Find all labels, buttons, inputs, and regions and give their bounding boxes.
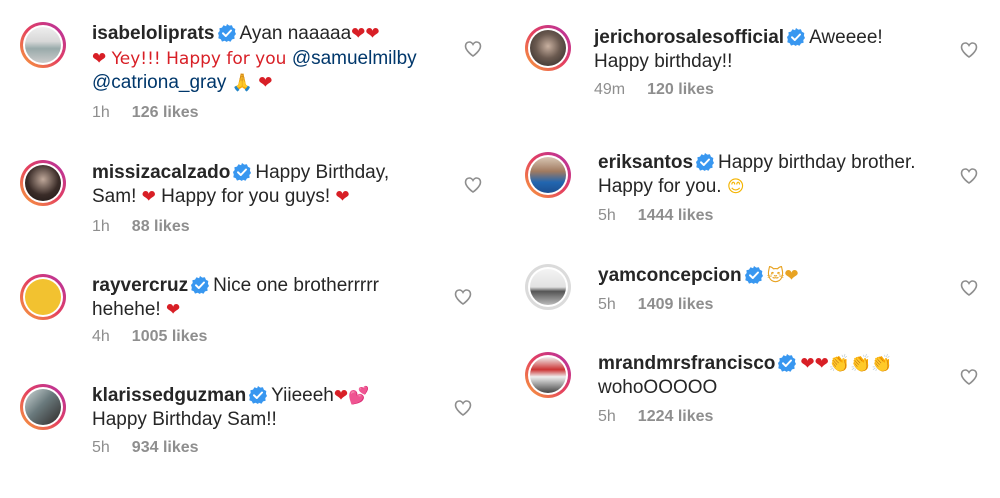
timestamp: 5h (598, 207, 616, 224)
username[interactable]: isabeloliprats (92, 23, 215, 44)
comment-text: hehehe! (92, 299, 166, 320)
heart-emoji: ❤ (335, 187, 350, 207)
avatar[interactable] (525, 352, 571, 398)
comment-text: Aweeee! (809, 27, 883, 48)
heart-emoji: ❤❤ (351, 24, 380, 44)
timestamp: 4h (92, 328, 110, 345)
username[interactable]: rayvercruz (92, 275, 188, 296)
comment-text: Ayan naaaaa (239, 23, 352, 44)
emoji: 🙏 ❤ (231, 73, 273, 93)
likes-count[interactable]: 934 likes (132, 439, 199, 456)
heart-emoji: ❤💕 (333, 386, 370, 406)
likes-count[interactable]: 1409 likes (638, 296, 714, 313)
smile-emoji: 😊 (726, 177, 745, 197)
comment-text: Nice one brotherrrrr (213, 275, 379, 296)
avatar[interactable] (525, 152, 571, 198)
comment-text: Yiieeeh (271, 385, 334, 406)
verified-badge-icon (778, 354, 797, 372)
likes-count[interactable]: 1005 likes (132, 328, 208, 345)
username[interactable]: jerichorosalesofficial (594, 27, 784, 48)
verified-badge-icon (696, 153, 715, 171)
heart-outline-icon[interactable] (960, 368, 978, 386)
likes-count[interactable]: 126 likes (132, 104, 199, 121)
emoji: 🐱❤ (766, 266, 799, 286)
comment-text: Happy birthday brother. (718, 152, 916, 173)
avatar[interactable] (20, 160, 66, 206)
timestamp: 5h (92, 439, 110, 456)
username[interactable]: eriksantos (598, 152, 693, 173)
avatar[interactable] (525, 25, 571, 71)
comment-text: Happy birthday!! (594, 51, 733, 72)
heart-emoji: ❤ (141, 187, 156, 207)
clap-emoji: 👏👏👏 (828, 354, 893, 374)
avatar[interactable] (20, 384, 66, 430)
avatar[interactable] (20, 274, 66, 320)
comment-text: Happy Birthday, (255, 162, 390, 183)
verified-badge-icon (249, 386, 268, 404)
heart-emoji: ❤❤ (800, 354, 829, 374)
verified-badge-icon (744, 266, 763, 284)
timestamp: 49m (594, 81, 626, 98)
heart-outline-icon[interactable] (960, 167, 978, 185)
likes-count[interactable]: 1224 likes (638, 408, 714, 425)
heart-outline-icon[interactable] (960, 41, 978, 59)
username[interactable]: klarissedguzman (92, 385, 246, 406)
timestamp: 5h (598, 296, 616, 313)
comment-text: Happy for you guys! (155, 186, 336, 207)
likes-count[interactable]: 120 likes (647, 81, 714, 98)
heart-outline-icon[interactable] (464, 176, 482, 194)
heart-emoji: ❤ (165, 300, 181, 320)
timestamp: 1h (92, 104, 110, 121)
verified-badge-icon (217, 24, 236, 42)
heart-outline-icon[interactable] (960, 279, 978, 297)
comment-text: Happy Birthday Sam!! (92, 409, 277, 430)
comment-text: Sam! (92, 186, 142, 207)
comment-text: Happy for you. (598, 176, 727, 197)
timestamp: 1h (92, 218, 110, 235)
username[interactable]: mrandmrsfrancisco (598, 353, 775, 374)
timestamp: 5h (598, 408, 616, 425)
verified-badge-icon (233, 163, 252, 181)
verified-badge-icon (787, 28, 806, 46)
avatar[interactable] (525, 264, 571, 310)
comment-text: ❤ Yey!!! Happy for you (92, 49, 292, 69)
comment-text: wohoOOOOO (598, 377, 718, 398)
likes-count[interactable]: 88 likes (132, 218, 190, 235)
mention-link[interactable]: @samuelmilby (292, 48, 417, 69)
mention-link[interactable]: @catriona_gray (92, 72, 226, 93)
likes-count[interactable]: 1444 likes (638, 207, 714, 224)
heart-outline-icon[interactable] (464, 40, 482, 58)
username[interactable]: yamconcepcion (598, 265, 742, 286)
verified-badge-icon (191, 276, 210, 294)
heart-outline-icon[interactable] (454, 399, 472, 417)
username[interactable]: missizacalzado (92, 162, 230, 183)
heart-outline-icon[interactable] (454, 288, 472, 306)
avatar[interactable] (20, 22, 66, 68)
